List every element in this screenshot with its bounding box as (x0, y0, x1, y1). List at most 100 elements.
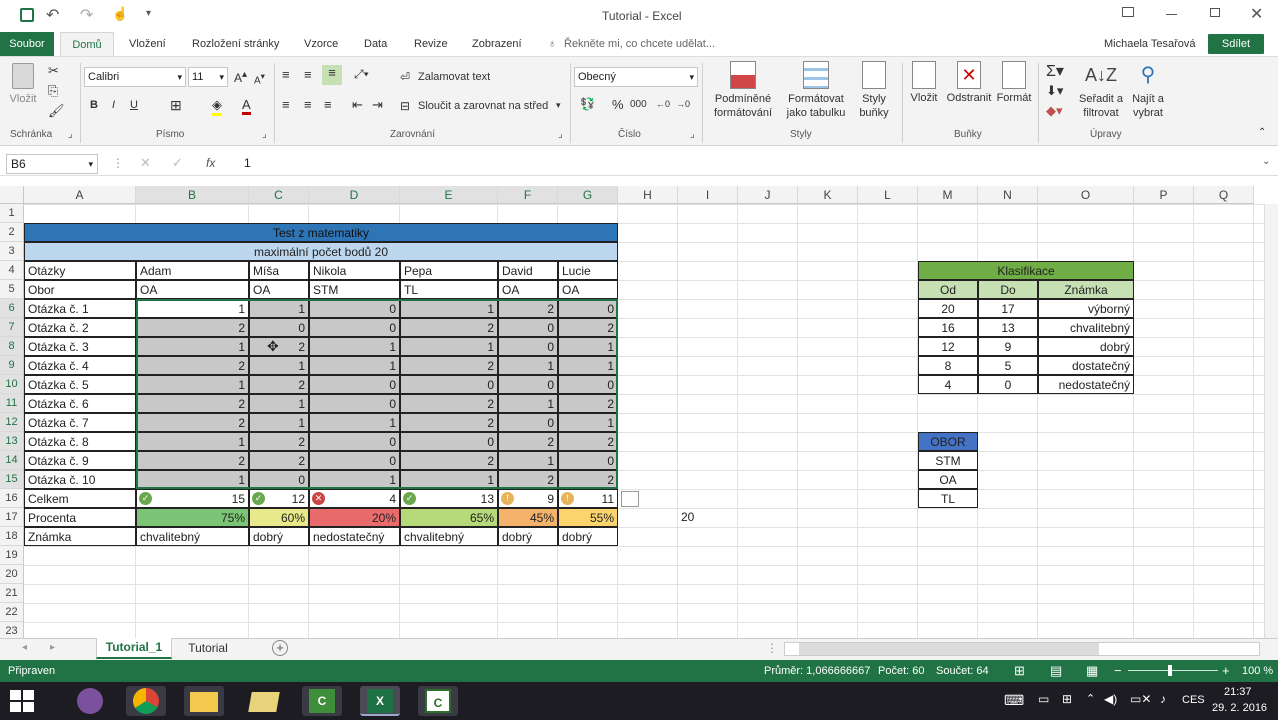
row-header[interactable]: 7 (0, 318, 24, 337)
excel-icon[interactable]: X (360, 686, 400, 716)
column-header[interactable]: J (738, 186, 798, 204)
clipboard-launcher-icon[interactable]: ⌟ (68, 129, 73, 140)
row-header[interactable]: 5 (0, 280, 24, 299)
zoom-slider-thumb[interactable] (1168, 665, 1172, 676)
format-painter-icon[interactable]: 🖌 (48, 103, 65, 119)
insert-function-icon[interactable]: fx (206, 156, 215, 170)
tab-data[interactable]: Data (364, 32, 387, 56)
sheet-tab-tutorial[interactable]: Tutorial (180, 639, 236, 659)
ribbon-display-icon[interactable] (1122, 7, 1134, 17)
column-header[interactable]: L (858, 186, 918, 204)
cut-icon[interactable]: ✂ (48, 63, 59, 79)
clock-time[interactable]: 21:37 (1224, 686, 1252, 698)
vertical-scrollbar[interactable] (1264, 204, 1278, 638)
clock-date[interactable]: 29. 2. 2016 (1212, 702, 1267, 714)
windows-start-icon[interactable] (10, 690, 34, 712)
delete-cells-button[interactable]: ✕ Odstranit (944, 61, 994, 125)
column-header[interactable]: N (978, 186, 1038, 204)
add-sheet-icon[interactable]: + (272, 640, 288, 656)
page-layout-view-icon[interactable]: ▤ (1050, 663, 1062, 679)
scroll-left-icon[interactable]: ◂ (22, 642, 27, 653)
page-break-view-icon[interactable]: ▦ (1086, 663, 1098, 679)
row-header[interactable]: 16 (0, 489, 24, 508)
format-cells-button[interactable]: Formát (994, 61, 1034, 125)
tab-home[interactable]: Domů (60, 32, 114, 56)
chevron-down-icon[interactable]: ▾ (556, 100, 561, 111)
wrap-text-icon[interactable]: ⏎ (400, 70, 410, 84)
row-header[interactable]: 13 (0, 432, 24, 451)
fill-icon[interactable]: ⬇▾ (1046, 83, 1063, 99)
tab-view[interactable]: Zobrazení (472, 32, 522, 56)
align-middle-icon[interactable]: ≡ (304, 67, 312, 82)
customize-qat-icon[interactable]: ▾ (146, 8, 151, 19)
scrollbar-thumb[interactable] (799, 643, 1099, 655)
row-header[interactable]: 6 (0, 299, 24, 318)
column-header[interactable]: A (24, 186, 136, 204)
expand-formula-icon[interactable]: ⌄ (1262, 156, 1270, 167)
tab-review[interactable]: Revize (414, 32, 448, 56)
touch-mode-icon[interactable]: ☝ (112, 6, 128, 22)
row-header[interactable]: 22 (0, 603, 24, 622)
column-header[interactable]: H (618, 186, 678, 204)
column-header[interactable]: I (678, 186, 738, 204)
close-icon[interactable]: ✕ (1250, 4, 1263, 24)
paste-button[interactable]: Vložit (6, 63, 40, 121)
camtasia-icon[interactable]: C (302, 686, 342, 716)
worksheet-grid[interactable]: A B C D E F G H I J K L M N O P Q 1 2 3 4 5 6 7 8 9 10 11 12 13 14 15 16… (0, 186, 1278, 638)
enter-icon[interactable]: ✓ (172, 155, 183, 171)
horizontal-scrollbar[interactable] (784, 642, 1260, 656)
find-select-button[interactable]: ⚲ Najít a vybrat (1128, 61, 1168, 125)
alignment-launcher-icon[interactable]: ⌟ (558, 129, 563, 140)
decrease-decimal-icon[interactable]: →0 (676, 99, 690, 109)
number-launcher-icon[interactable]: ⌟ (690, 129, 695, 140)
share-button[interactable]: Sdílet (1208, 34, 1264, 54)
row-header[interactable]: 11 (0, 394, 24, 413)
zoom-level[interactable]: 100 % (1242, 665, 1273, 677)
increase-decimal-icon[interactable]: ←0 (656, 99, 670, 109)
volume-icon[interactable]: ◀) (1104, 692, 1117, 706)
borders-icon[interactable]: ⊞ (170, 97, 182, 114)
row-header[interactable]: 17 (0, 508, 24, 527)
speaker-icon[interactable]: ♪ (1160, 692, 1166, 706)
column-header[interactable]: D (309, 186, 400, 204)
wrap-text-button[interactable]: Zalamovat text (418, 71, 490, 83)
quick-analysis-icon[interactable] (621, 491, 639, 507)
grow-font-icon[interactable]: A▴ (234, 69, 247, 85)
row-header[interactable]: 2 (0, 223, 24, 242)
cancel-icon[interactable]: ✕ (140, 155, 151, 171)
percent-icon[interactable]: % (612, 97, 624, 112)
column-header[interactable]: G (558, 186, 618, 204)
row-header[interactable]: 8 (0, 337, 24, 356)
merge-icon[interactable]: ⊟ (400, 99, 410, 113)
row-header[interactable]: 14 (0, 451, 24, 470)
row-header[interactable]: 19 (0, 546, 24, 565)
column-header[interactable]: K (798, 186, 858, 204)
accounting-icon[interactable]: 💱 (580, 97, 595, 111)
decrease-indent-icon[interactable]: ⇤ (352, 97, 363, 113)
column-header[interactable]: C (249, 186, 309, 204)
column-header[interactable]: O (1038, 186, 1134, 204)
cell-styles-button[interactable]: Styly buňky (852, 61, 896, 125)
fill-color-icon[interactable]: ◈ (212, 97, 222, 116)
font-size-select[interactable]: 11 ▾ (188, 67, 228, 87)
zoom-in-icon[interactable]: + (1222, 663, 1230, 678)
row-header[interactable]: 21 (0, 584, 24, 603)
underline-button[interactable]: U (130, 99, 138, 111)
minimize-icon[interactable] (1166, 14, 1177, 15)
column-header[interactable]: M (918, 186, 978, 204)
insert-cells-button[interactable]: Vložit (906, 61, 942, 125)
normal-view-icon[interactable]: ⊞ (1014, 663, 1025, 679)
column-header[interactable]: E (400, 186, 498, 204)
align-left-icon[interactable]: ≡ (282, 97, 290, 112)
copy-icon[interactable]: ⎘ (48, 83, 58, 99)
windows-icon[interactable]: ⊞ (1062, 692, 1072, 706)
sheet-tab-tutorial-1[interactable]: Tutorial_1 (96, 638, 172, 659)
align-bottom-icon[interactable]: ≡ (322, 65, 342, 85)
font-color-icon[interactable]: A (242, 97, 251, 115)
shrink-font-icon[interactable]: A▾ (254, 71, 265, 86)
tell-me-box[interactable]: Řekněte mi, co chcete udělat... (564, 32, 715, 56)
row-header[interactable]: 4 (0, 261, 24, 280)
select-all-corner[interactable] (0, 186, 24, 204)
tab-file[interactable]: Soubor (0, 32, 54, 56)
camtasia-recorder-icon[interactable]: C (418, 686, 458, 716)
